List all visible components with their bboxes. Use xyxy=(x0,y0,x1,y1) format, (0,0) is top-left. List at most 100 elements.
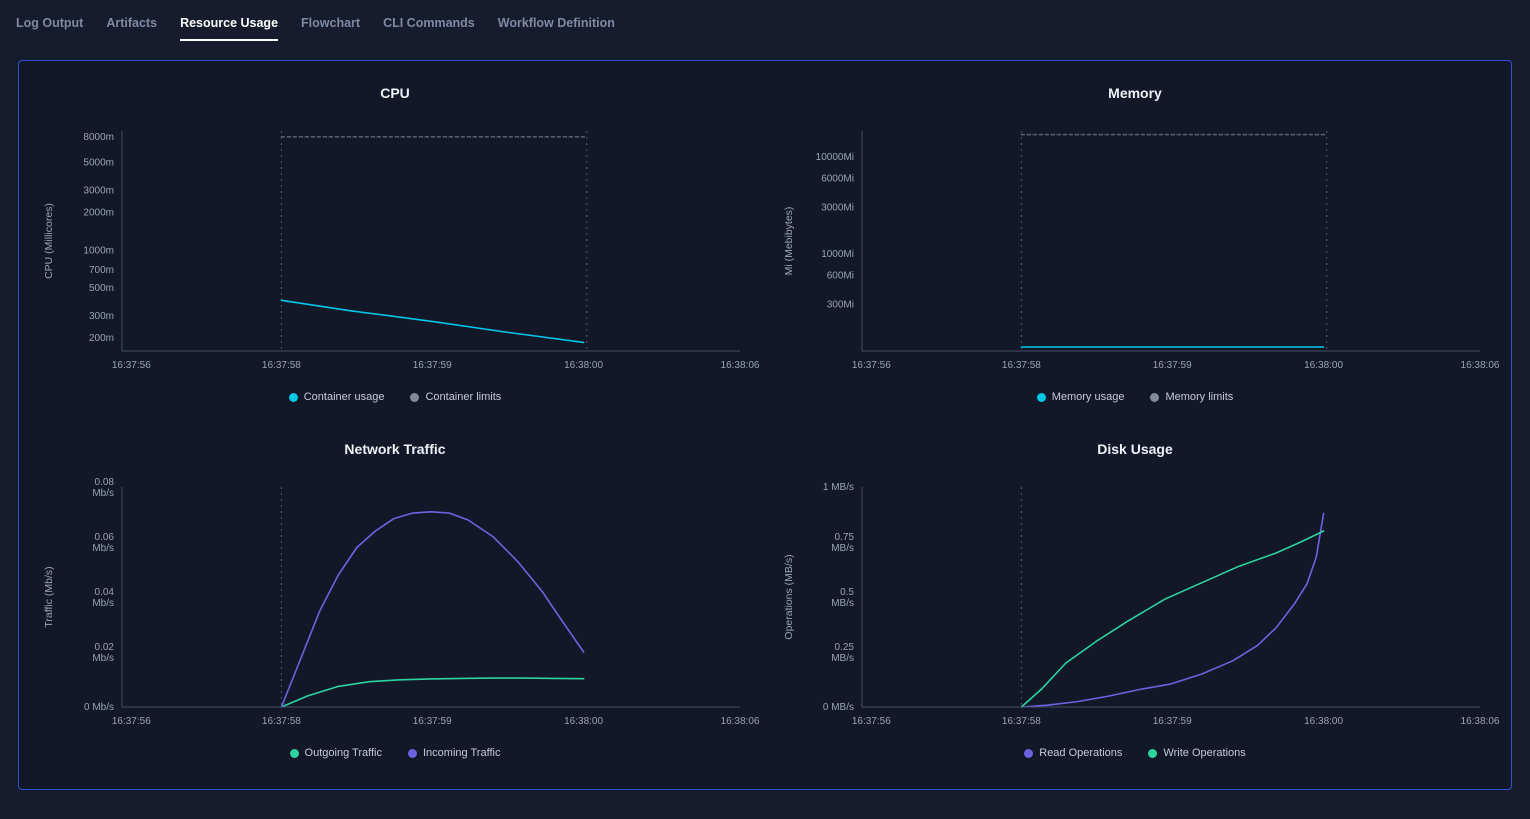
y-tick-label: 0.25MB/s xyxy=(831,642,854,664)
series-write-operations xyxy=(1021,531,1323,707)
legend-item-memory-limits[interactable]: Memory limits xyxy=(1150,391,1233,403)
chart-disk-usage: Disk Usage 1 MB/s 0.75MB/s 0.5MB/s 0.25MB/s 0… xyxy=(765,425,1505,781)
legend-dot xyxy=(410,393,419,402)
chart-legend: Memory usage Memory limits xyxy=(1037,391,1234,403)
legend-label: Container usage xyxy=(304,391,385,403)
legend-item-container-limits[interactable]: Container limits xyxy=(410,391,501,403)
y-tick-label: 600Mi xyxy=(827,271,854,282)
charts-grid: CPU 8000m 5000m 3000m 2000m 1000m 700m 500m 300m… xyxy=(25,69,1505,781)
x-tick-label: 16:37:58 xyxy=(262,360,301,371)
chart-title: Memory xyxy=(1108,85,1162,101)
chart-canvas: 10000Mi 6000Mi 3000Mi 1000Mi 600Mi 300Mi 16:37… xyxy=(766,117,1504,379)
y-tick-label: 300Mi xyxy=(827,300,854,311)
y-tick-label: 500m xyxy=(89,283,114,294)
y-tick-label: 0 Mb/s xyxy=(84,702,114,713)
x-tick-label: 16:38:00 xyxy=(564,716,603,727)
x-tick-label: 16:37:56 xyxy=(852,360,891,371)
chart-canvas: 0.08Mb/s 0.06Mb/s 0.04Mb/s 0.02Mb/s 0 Mb/s 16… xyxy=(26,473,764,735)
y-tick-label: 8000m xyxy=(83,132,114,143)
legend-label: Outgoing Traffic xyxy=(305,747,382,759)
y-tick-label: 3000m xyxy=(83,185,114,196)
x-tick-label: 16:37:58 xyxy=(1002,716,1041,727)
chart-title: CPU xyxy=(380,85,410,101)
legend-label: Memory limits xyxy=(1165,391,1233,403)
tab-cli-commands[interactable]: CLI Commands xyxy=(383,16,475,41)
tab-resource-usage[interactable]: Resource Usage xyxy=(180,16,278,41)
y-tick-label: 3000Mi xyxy=(821,203,854,214)
legend-label: Incoming Traffic xyxy=(423,747,500,759)
legend-item-memory-usage[interactable]: Memory usage xyxy=(1037,391,1125,403)
legend-label: Memory usage xyxy=(1052,391,1125,403)
legend-dot xyxy=(1148,749,1157,758)
x-tick-label: 16:37:59 xyxy=(413,716,452,727)
chart-network-traffic: Network Traffic0.08Mb/s0.06Mb/s0.04Mb/s0… xyxy=(25,425,765,781)
workflow-tab-bar: Log Output Artifacts Resource Usage Flowcha… xyxy=(0,0,1530,48)
legend-label: Read Operations xyxy=(1039,747,1122,759)
x-tick-label: 16:37:56 xyxy=(112,360,151,371)
resource-usage-panel: CPU 8000m 5000m 3000m 2000m 1000m 700m 500m 300m… xyxy=(18,60,1512,790)
y-tick-label: 700m xyxy=(89,265,114,276)
x-tick-label: 16:37:59 xyxy=(413,360,452,371)
chart-canvas: 8000m 5000m 3000m 2000m 1000m 700m 500m 300m 200… xyxy=(26,117,764,379)
tab-artifacts[interactable]: Artifacts xyxy=(106,16,157,41)
x-tick-label: 16:37:59 xyxy=(1153,360,1192,371)
y-tick-label: 0.75MB/s xyxy=(831,532,854,554)
chart-legend: Container usage Container limits xyxy=(289,391,502,403)
tab-flowchart[interactable]: Flowchart xyxy=(301,16,360,41)
y-tick-label: 0.08Mb/s xyxy=(92,477,114,499)
y-tick-label: 6000Mi xyxy=(821,174,854,185)
x-tick-label: 16:38:00 xyxy=(1304,716,1343,727)
chart-memory: Memory 10000Mi 6000Mi 3000Mi 1000Mi 600Mi 300M… xyxy=(765,69,1505,425)
legend-item-container-usage[interactable]: Container usage xyxy=(289,391,385,403)
chart-title: Disk Usage xyxy=(1097,441,1172,457)
y-tick-label: 2000m xyxy=(83,208,114,219)
legend-label: Container limits xyxy=(425,391,501,403)
y-axis-label: CPU (Millicores) xyxy=(43,203,55,279)
legend-dot xyxy=(289,393,298,402)
y-tick-label: 10000Mi xyxy=(816,152,854,163)
y-tick-label: 300m xyxy=(89,311,114,322)
x-tick-label: 16:37:56 xyxy=(112,716,151,727)
y-tick-label: 0.02Mb/s xyxy=(92,642,114,664)
legend-item-write-operations[interactable]: Write Operations xyxy=(1148,747,1245,759)
y-tick-label: 0.5MB/s xyxy=(831,587,854,609)
legend-item-incoming-traffic[interactable]: Incoming Traffic xyxy=(408,747,500,759)
x-tick-label: 16:37:59 xyxy=(1153,716,1192,727)
x-tick-label: 16:38:06 xyxy=(721,360,760,371)
y-tick-label: 5000m xyxy=(83,158,114,169)
legend-label: Write Operations xyxy=(1163,747,1245,759)
legend-dot xyxy=(1037,393,1046,402)
x-tick-label: 16:37:58 xyxy=(262,716,301,727)
legend-item-outgoing-traffic[interactable]: Outgoing Traffic xyxy=(290,747,382,759)
x-tick-label: 16:37:58 xyxy=(1002,360,1041,371)
y-axis-label: Operations (MB/s) xyxy=(783,554,795,639)
legend-dot xyxy=(408,749,417,758)
legend-dot xyxy=(1024,749,1033,758)
y-tick-label: 1000m xyxy=(83,245,114,256)
tab-log-output[interactable]: Log Output xyxy=(16,16,83,41)
y-tick-label: 0 MB/s xyxy=(823,702,854,713)
y-tick-label: 200m xyxy=(89,333,114,344)
y-tick-label: 1 MB/s xyxy=(823,482,854,493)
chart-title: Network Traffic xyxy=(344,441,445,457)
y-axis-label: Traffic (Mb/s) xyxy=(43,566,55,627)
chart-legend: Outgoing Traffic Incoming Traffic xyxy=(290,747,501,759)
x-tick-label: 16:38:00 xyxy=(564,360,603,371)
legend-dot xyxy=(290,749,299,758)
x-tick-label: 16:38:00 xyxy=(1304,360,1343,371)
chart-legend: Read Operations Write Operations xyxy=(1024,747,1246,759)
x-tick-label: 16:37:56 xyxy=(852,716,891,727)
x-tick-label: 16:38:06 xyxy=(1461,716,1500,727)
x-tick-label: 16:38:06 xyxy=(721,716,760,727)
tab-workflow-definition[interactable]: Workflow Definition xyxy=(498,16,615,41)
chart-cpu: CPU 8000m 5000m 3000m 2000m 1000m 700m 500m 300m… xyxy=(25,69,765,425)
series-container-usage xyxy=(281,300,583,342)
y-tick-label: 0.06Mb/s xyxy=(92,532,114,554)
series-read-operations xyxy=(1021,513,1323,707)
legend-dot xyxy=(1150,393,1159,402)
legend-item-read-operations[interactable]: Read Operations xyxy=(1024,747,1122,759)
y-tick-label: 0.04Mb/s xyxy=(92,587,114,609)
series-outgoing-traffic xyxy=(281,678,583,707)
x-tick-label: 16:38:06 xyxy=(1461,360,1500,371)
y-tick-label: 1000Mi xyxy=(821,249,854,260)
